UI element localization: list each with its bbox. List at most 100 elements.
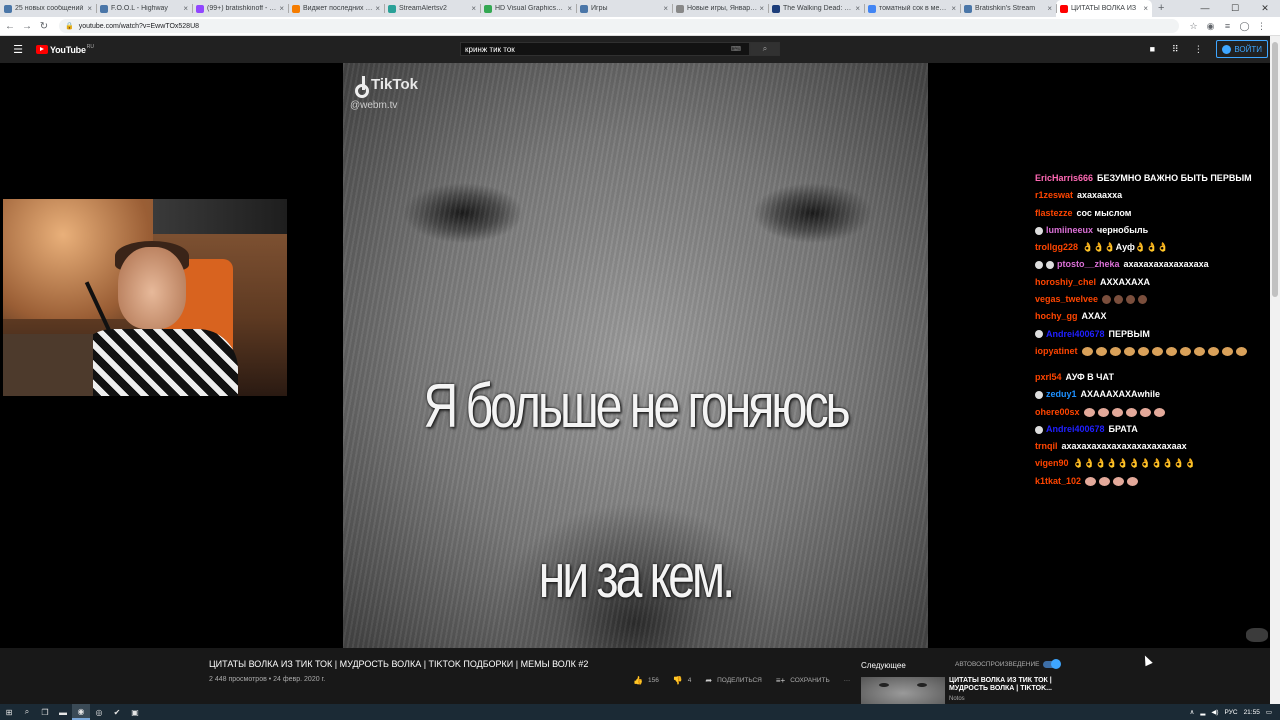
menu-icon[interactable]: ⋮ — [1255, 21, 1268, 32]
chat-message-body: ПЕРВЫМ — [1109, 326, 1150, 343]
browser-tab[interactable]: ЦИТАТЫ ВОЛКА ИЗ × — [1056, 0, 1152, 17]
volume-icon[interactable]: ◀) — [1211, 708, 1218, 716]
chat-username[interactable]: EricHarris666 — [1035, 170, 1093, 187]
chat-username[interactable]: r1zeswat — [1035, 187, 1073, 204]
autoplay-switch[interactable] — [1043, 659, 1062, 669]
tab-close-icon[interactable]: × — [87, 4, 92, 13]
chat-username[interactable]: trollgg228 — [1035, 239, 1078, 256]
tab-close-icon[interactable]: × — [759, 4, 764, 13]
next-video-title[interactable]: ЦИТАТЫ ВОЛКА ИЗ ТИК ТОК | МУДРОСТЬ ВОЛКА… — [949, 677, 1059, 693]
chat-username[interactable]: ohere00sx — [1035, 404, 1080, 421]
close-window-icon[interactable]: ✕ — [1250, 0, 1280, 17]
chat-username[interactable]: Andrei400678 — [1046, 421, 1105, 438]
clock[interactable]: 21:55 — [1244, 709, 1260, 716]
browser-tab[interactable]: (99+) bratishkinoff - Tw × — [192, 0, 288, 17]
new-tab-button[interactable]: + — [1152, 0, 1170, 17]
language-indicator[interactable]: РУС — [1225, 709, 1238, 716]
video-player[interactable]: TikTok @webm.tv Я больше не гоняюсь ни з… — [0, 63, 1270, 648]
browser-tab[interactable]: StreamAlertsv2 × — [384, 0, 480, 17]
chat-username[interactable]: trnqil — [1035, 438, 1058, 455]
next-video-channel[interactable]: Notos — [949, 696, 965, 702]
like-button[interactable]: 👍 156 — [633, 676, 659, 685]
browser-tab[interactable]: F.O.O.L - Highway × — [96, 0, 192, 17]
browser-tab[interactable]: 25 новых сообщений × — [0, 0, 96, 17]
chat-username[interactable]: pxrl54 — [1035, 369, 1062, 386]
network-icon[interactable]: ▂ — [1200, 708, 1205, 716]
task-view-icon[interactable]: ❐ — [36, 704, 54, 720]
tab-close-icon[interactable]: × — [183, 4, 188, 13]
chat-username[interactable]: vigen90 — [1035, 455, 1069, 472]
obs-taskbar-icon[interactable]: ◎ — [90, 704, 108, 720]
chat-username[interactable]: lumiineeux — [1046, 222, 1093, 239]
video-frame[interactable]: TikTok @webm.tv Я больше не гоняюсь ни з… — [343, 63, 928, 648]
extension-icons: ☆ ◉ ≡ ◯ ⋮ — [1187, 21, 1268, 32]
chat-username[interactable]: horoshiy_chel — [1035, 274, 1096, 291]
signin-button[interactable]: ВОЙТИ — [1216, 40, 1268, 58]
hamburger-menu-icon[interactable]: ☰ — [0, 43, 36, 56]
chat-username[interactable]: k1tkat_102 — [1035, 473, 1081, 490]
extension-icon[interactable]: ◉ — [1204, 21, 1217, 32]
chat-username[interactable]: ptosto__zheka — [1057, 256, 1120, 273]
tab-close-icon[interactable]: × — [951, 4, 956, 13]
create-video-icon[interactable]: ■ — [1147, 44, 1157, 54]
settings-more-icon[interactable]: ⋮ — [1193, 44, 1203, 55]
browser-tab[interactable]: томатный сок в мексик × — [864, 0, 960, 17]
chat-username[interactable]: flastezze — [1035, 205, 1073, 222]
dislike-button[interactable]: 👎 4 — [673, 676, 692, 685]
minimize-icon[interactable]: — — [1190, 0, 1220, 17]
maximize-icon[interactable]: ☐ — [1220, 0, 1250, 17]
search-button[interactable]: ⌕ — [750, 42, 780, 56]
tab-label: томатный сок в мексик — [879, 5, 950, 12]
lock-icon[interactable]: 🔒 — [65, 22, 74, 30]
search-input[interactable]: кринж тик ток ⌨ — [460, 42, 750, 56]
next-video-thumbnail[interactable] — [861, 677, 945, 704]
browser-tab[interactable]: HD Visual Graphics© - × — [480, 0, 576, 17]
apps-grid-icon[interactable]: ⠿ — [1170, 44, 1180, 55]
chat-username[interactable]: iopyatinet — [1035, 343, 1078, 360]
search-taskbar-icon[interactable]: ⌕ — [18, 704, 36, 720]
app-taskbar-icon[interactable]: ✔ — [108, 704, 126, 720]
tab-close-icon[interactable]: × — [375, 4, 380, 13]
star-icon[interactable]: ☆ — [1187, 21, 1200, 32]
tab-close-icon[interactable]: × — [279, 4, 284, 13]
scrollbar-thumb[interactable] — [1272, 42, 1278, 297]
windows-start-icon[interactable]: ⊞ — [0, 704, 18, 720]
tab-close-icon[interactable]: × — [567, 4, 572, 13]
browser-tab[interactable]: Игры × — [576, 0, 672, 17]
tab-close-icon[interactable]: × — [1143, 4, 1148, 13]
notifications-icon[interactable]: ▭ — [1266, 708, 1272, 716]
browser-tab[interactable]: The Walking Dead: Sain × — [768, 0, 864, 17]
keyboard-icon[interactable]: ⌨ — [731, 45, 741, 53]
chat-username[interactable]: Andrei400678 — [1046, 326, 1105, 343]
back-icon[interactable]: ← — [3, 21, 17, 32]
thumbs-down-icon: 👎 — [672, 676, 683, 685]
chat-message-body — [1085, 473, 1141, 490]
autoplay-toggle[interactable]: АВТОВОСПРОИЗВЕДЕНИЕ — [955, 659, 1062, 669]
file-explorer-icon[interactable]: ▬ — [54, 704, 72, 720]
chrome-taskbar-icon[interactable]: ◉ — [72, 704, 90, 720]
browser-tab[interactable]: Новые игры, Январь 20 × — [672, 0, 768, 17]
tab-close-icon[interactable]: × — [471, 4, 476, 13]
share-button[interactable]: ➦ ПОДЕЛИТЬСЯ — [705, 676, 761, 685]
browser-tab[interactable]: Bratishkin's Stream × — [960, 0, 1056, 17]
chat-username[interactable]: zeduy1 — [1046, 386, 1077, 403]
more-actions-button[interactable]: ··· — [844, 677, 851, 684]
reload-icon[interactable]: ↻ — [37, 21, 51, 32]
chat-text: АУФ В ЧАТ — [1065, 371, 1114, 382]
account-icon[interactable]: ◯ — [1238, 21, 1251, 32]
page-scrollbar[interactable] — [1270, 36, 1280, 704]
app2-taskbar-icon[interactable]: ▣ — [126, 704, 144, 720]
chat-username[interactable]: hochy_gg — [1035, 308, 1078, 325]
tab-label: ЦИТАТЫ ВОЛКА ИЗ — [1071, 5, 1137, 12]
chat-username[interactable]: vegas_twelvee — [1035, 291, 1098, 308]
save-button[interactable]: ≡+ СОХРАНИТЬ — [776, 676, 830, 685]
playlist-icon[interactable]: ≡ — [1221, 21, 1234, 32]
tab-close-icon[interactable]: × — [663, 4, 668, 13]
youtube-logo[interactable]: YouTube RU — [36, 44, 94, 55]
tray-arrow-icon[interactable]: ∧ — [1190, 708, 1195, 716]
tab-close-icon[interactable]: × — [855, 4, 860, 13]
browser-tab[interactable]: Виджет последних соо × — [288, 0, 384, 17]
tab-close-icon[interactable]: × — [1047, 4, 1052, 13]
url-field[interactable]: 🔒 youtube.com/watch?v=EwwTOx528U8 — [59, 19, 1179, 33]
forward-icon[interactable]: → — [20, 21, 34, 32]
